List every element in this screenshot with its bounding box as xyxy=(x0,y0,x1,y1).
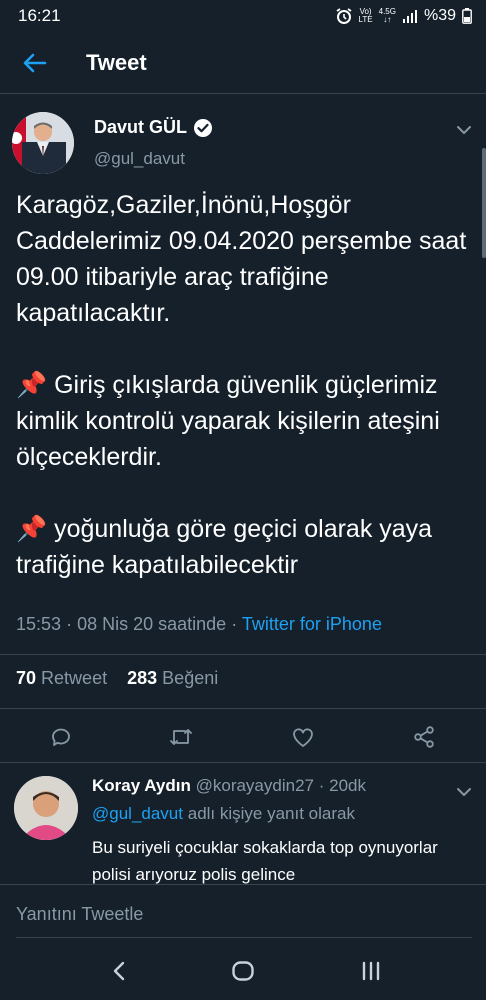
tweet-stats: 70 Retweet 283 Beğeni xyxy=(16,668,218,689)
tweet-author: Davut GÜL @gul_davut xyxy=(12,112,474,174)
volte-indicator: Vo) LTE xyxy=(359,8,373,24)
reply-user-photo-icon xyxy=(14,776,78,840)
tweet-text: Karagöz,Gaziler,İnönü,Hoşgör Caddelerimi… xyxy=(16,191,467,579)
battery-percent: %39 xyxy=(423,7,456,24)
home-icon xyxy=(232,961,254,981)
heart-icon xyxy=(293,728,313,747)
reply-input-underline xyxy=(16,937,472,938)
page-title: Tweet xyxy=(86,49,147,75)
share-button[interactable] xyxy=(409,722,439,752)
chevron-down-icon xyxy=(457,126,471,135)
reply-options-button[interactable] xyxy=(456,784,472,802)
scrollbar[interactable] xyxy=(482,148,486,258)
tweet-source-link[interactable]: Twitter for iPhone xyxy=(242,614,382,634)
reply-avatar[interactable] xyxy=(14,776,78,840)
retweet-icon xyxy=(170,729,192,745)
reply-handle[interactable]: @korayaydin27 xyxy=(196,776,314,795)
tweet-time: 15:53 xyxy=(16,614,62,634)
top-app-bar: Tweet xyxy=(0,32,486,94)
status-bar: 16:21 Vo) LTE 4.5G ↓↑ %39 xyxy=(0,0,486,32)
divider xyxy=(0,654,486,655)
nav-back-button[interactable] xyxy=(104,956,134,986)
alarm-icon xyxy=(336,8,352,24)
nav-home-button[interactable] xyxy=(228,956,258,986)
like-label: Beğeni xyxy=(162,668,219,688)
reply-button[interactable] xyxy=(46,722,76,752)
tweet-options-button[interactable] xyxy=(456,122,472,140)
system-nav-bar xyxy=(0,942,486,1000)
reply-time: 20dk xyxy=(329,776,367,795)
reply-tweet[interactable]: Koray Aydın @korayaydin27 · 20dk @gul_da… xyxy=(0,764,486,884)
likes-link[interactable]: 283 Beğeni xyxy=(127,668,218,688)
author-handle[interactable]: @gul_davut xyxy=(94,149,185,169)
reply-header: Koray Aydın @korayaydin27 · 20dk xyxy=(92,776,366,796)
share-icon xyxy=(414,726,434,748)
reply-to-handle[interactable]: @gul_davut xyxy=(92,804,183,823)
reply-input[interactable]: Yanıtını Tweetle xyxy=(16,904,143,925)
reply-to-suffix: adlı kişiye yanıt olarak xyxy=(187,804,355,823)
reply-author-name[interactable]: Koray Aydın xyxy=(92,776,191,795)
meta-separator-2: · xyxy=(231,614,238,634)
status-icons: Vo) LTE 4.5G ↓↑ %39 xyxy=(335,7,472,25)
divider xyxy=(0,762,486,763)
reply-text: Bu suriyeli çocuklar sokaklarda top oynu… xyxy=(92,838,443,884)
retweets-link[interactable]: 70 Retweet xyxy=(16,668,107,688)
author-name[interactable]: Davut GÜL xyxy=(94,117,187,138)
retweet-count: 70 xyxy=(16,668,37,688)
signal-icon xyxy=(402,10,417,23)
replying-to: @gul_davut adlı kişiye yanıt olarak xyxy=(92,804,355,824)
divider xyxy=(0,708,486,709)
tweet-date: 08 Nis 20 saatinde xyxy=(77,614,227,634)
tweet-meta: 15:53 · 08 Nis 20 saatinde · Twitter for… xyxy=(16,614,382,635)
chevron-down-icon xyxy=(457,788,471,797)
reply-separator: · xyxy=(318,776,325,795)
verified-badge-icon xyxy=(194,118,213,137)
reply-icon xyxy=(52,728,70,746)
data-bottom: ↓↑ xyxy=(383,15,392,24)
volte-bottom: LTE xyxy=(358,15,373,24)
author-photo-icon xyxy=(12,112,74,174)
meta-separator-1: · xyxy=(66,614,73,634)
arrow-left-icon xyxy=(23,53,47,72)
nav-recents-button[interactable] xyxy=(356,956,386,986)
status-time: 16:21 xyxy=(18,6,61,25)
chevron-left-icon xyxy=(113,961,125,981)
author-avatar[interactable] xyxy=(12,112,74,174)
tweet-actions xyxy=(0,718,486,754)
recents-icon xyxy=(362,961,380,981)
reply-compose-bar[interactable]: Yanıtını Tweetle xyxy=(0,884,486,940)
author-name-row[interactable]: Davut GÜL xyxy=(94,117,213,138)
battery-icon xyxy=(462,8,472,24)
retweet-label: Retweet xyxy=(41,668,108,688)
back-button[interactable] xyxy=(18,48,52,78)
data-indicator: 4.5G ↓↑ xyxy=(379,8,396,24)
retweet-button[interactable] xyxy=(166,722,196,752)
like-count: 283 xyxy=(127,668,158,688)
like-button[interactable] xyxy=(288,722,318,752)
